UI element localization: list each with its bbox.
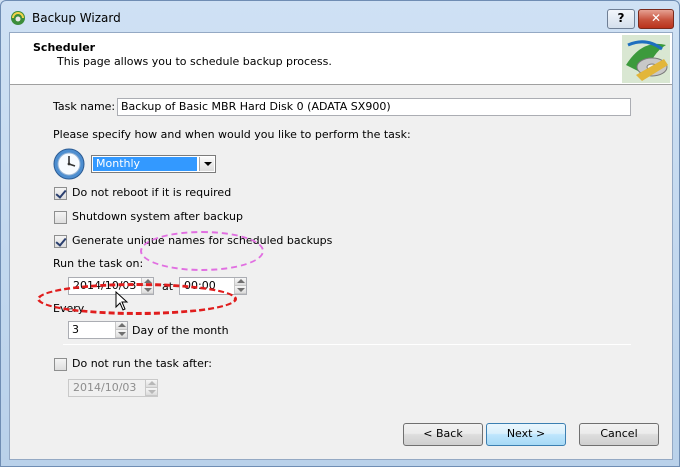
task-name-input[interactable]: Backup of Basic MBR Hard Disk 0 (ADATA S… [117, 98, 631, 116]
separator [63, 344, 631, 345]
end-date-checkbox[interactable] [54, 358, 67, 371]
every-annotation-ellipse [37, 283, 237, 315]
title-bar[interactable]: Backup Wizard ? ✕ [1, 1, 679, 33]
shutdown-checkbox[interactable] [54, 211, 67, 224]
every-day-input[interactable]: 3 [68, 321, 128, 339]
end-date-spinner [145, 380, 157, 396]
unique-names-checkbox[interactable] [54, 235, 67, 248]
back-button[interactable]: < Back [403, 423, 483, 446]
next-button[interactable]: Next > [486, 423, 566, 446]
window-title: Backup Wizard [32, 11, 121, 25]
page-subtitle: This page allows you to schedule backup … [57, 55, 332, 68]
task-name-label: Task name: [53, 100, 116, 113]
schedule-prompt: Please specify how and when would you li… [53, 128, 411, 141]
run-time-spinner[interactable] [234, 278, 246, 294]
chevron-down-icon[interactable] [199, 157, 214, 171]
frequency-dropdown[interactable]: Monthly [91, 155, 216, 173]
cancel-button[interactable]: Cancel [579, 423, 659, 446]
run-task-label: Run the task on: [53, 257, 144, 270]
help-button[interactable]: ? [607, 9, 635, 29]
end-date-input: 2014/10/03 [68, 379, 158, 397]
clock-icon [53, 148, 85, 180]
page-title: Scheduler [33, 41, 96, 54]
every-day-value: 3 [72, 323, 79, 336]
time-annotation-ellipse [140, 231, 264, 271]
close-button[interactable]: ✕ [638, 9, 674, 29]
end-date-value: 2014/10/03 [73, 381, 137, 394]
backup-wizard-icon [11, 11, 25, 25]
page-header: Scheduler This page allows you to schedu… [10, 33, 672, 85]
every-day-spinner[interactable] [115, 322, 127, 338]
no-reboot-label[interactable]: Do not reboot if it is required [72, 186, 231, 199]
no-reboot-checkbox[interactable] [54, 187, 67, 200]
shutdown-label[interactable]: Shutdown system after backup [72, 210, 243, 223]
wizard-page: Scheduler This page allows you to schedu… [9, 32, 673, 460]
every-unit-label: Day of the month [132, 324, 229, 337]
backup-disk-icon [622, 35, 670, 83]
backup-wizard-window: Backup Wizard ? ✕ Scheduler This page al… [0, 0, 680, 467]
frequency-value: Monthly [93, 157, 197, 171]
mouse-cursor-icon [115, 291, 129, 311]
end-date-label[interactable]: Do not run the task after: [72, 357, 212, 370]
